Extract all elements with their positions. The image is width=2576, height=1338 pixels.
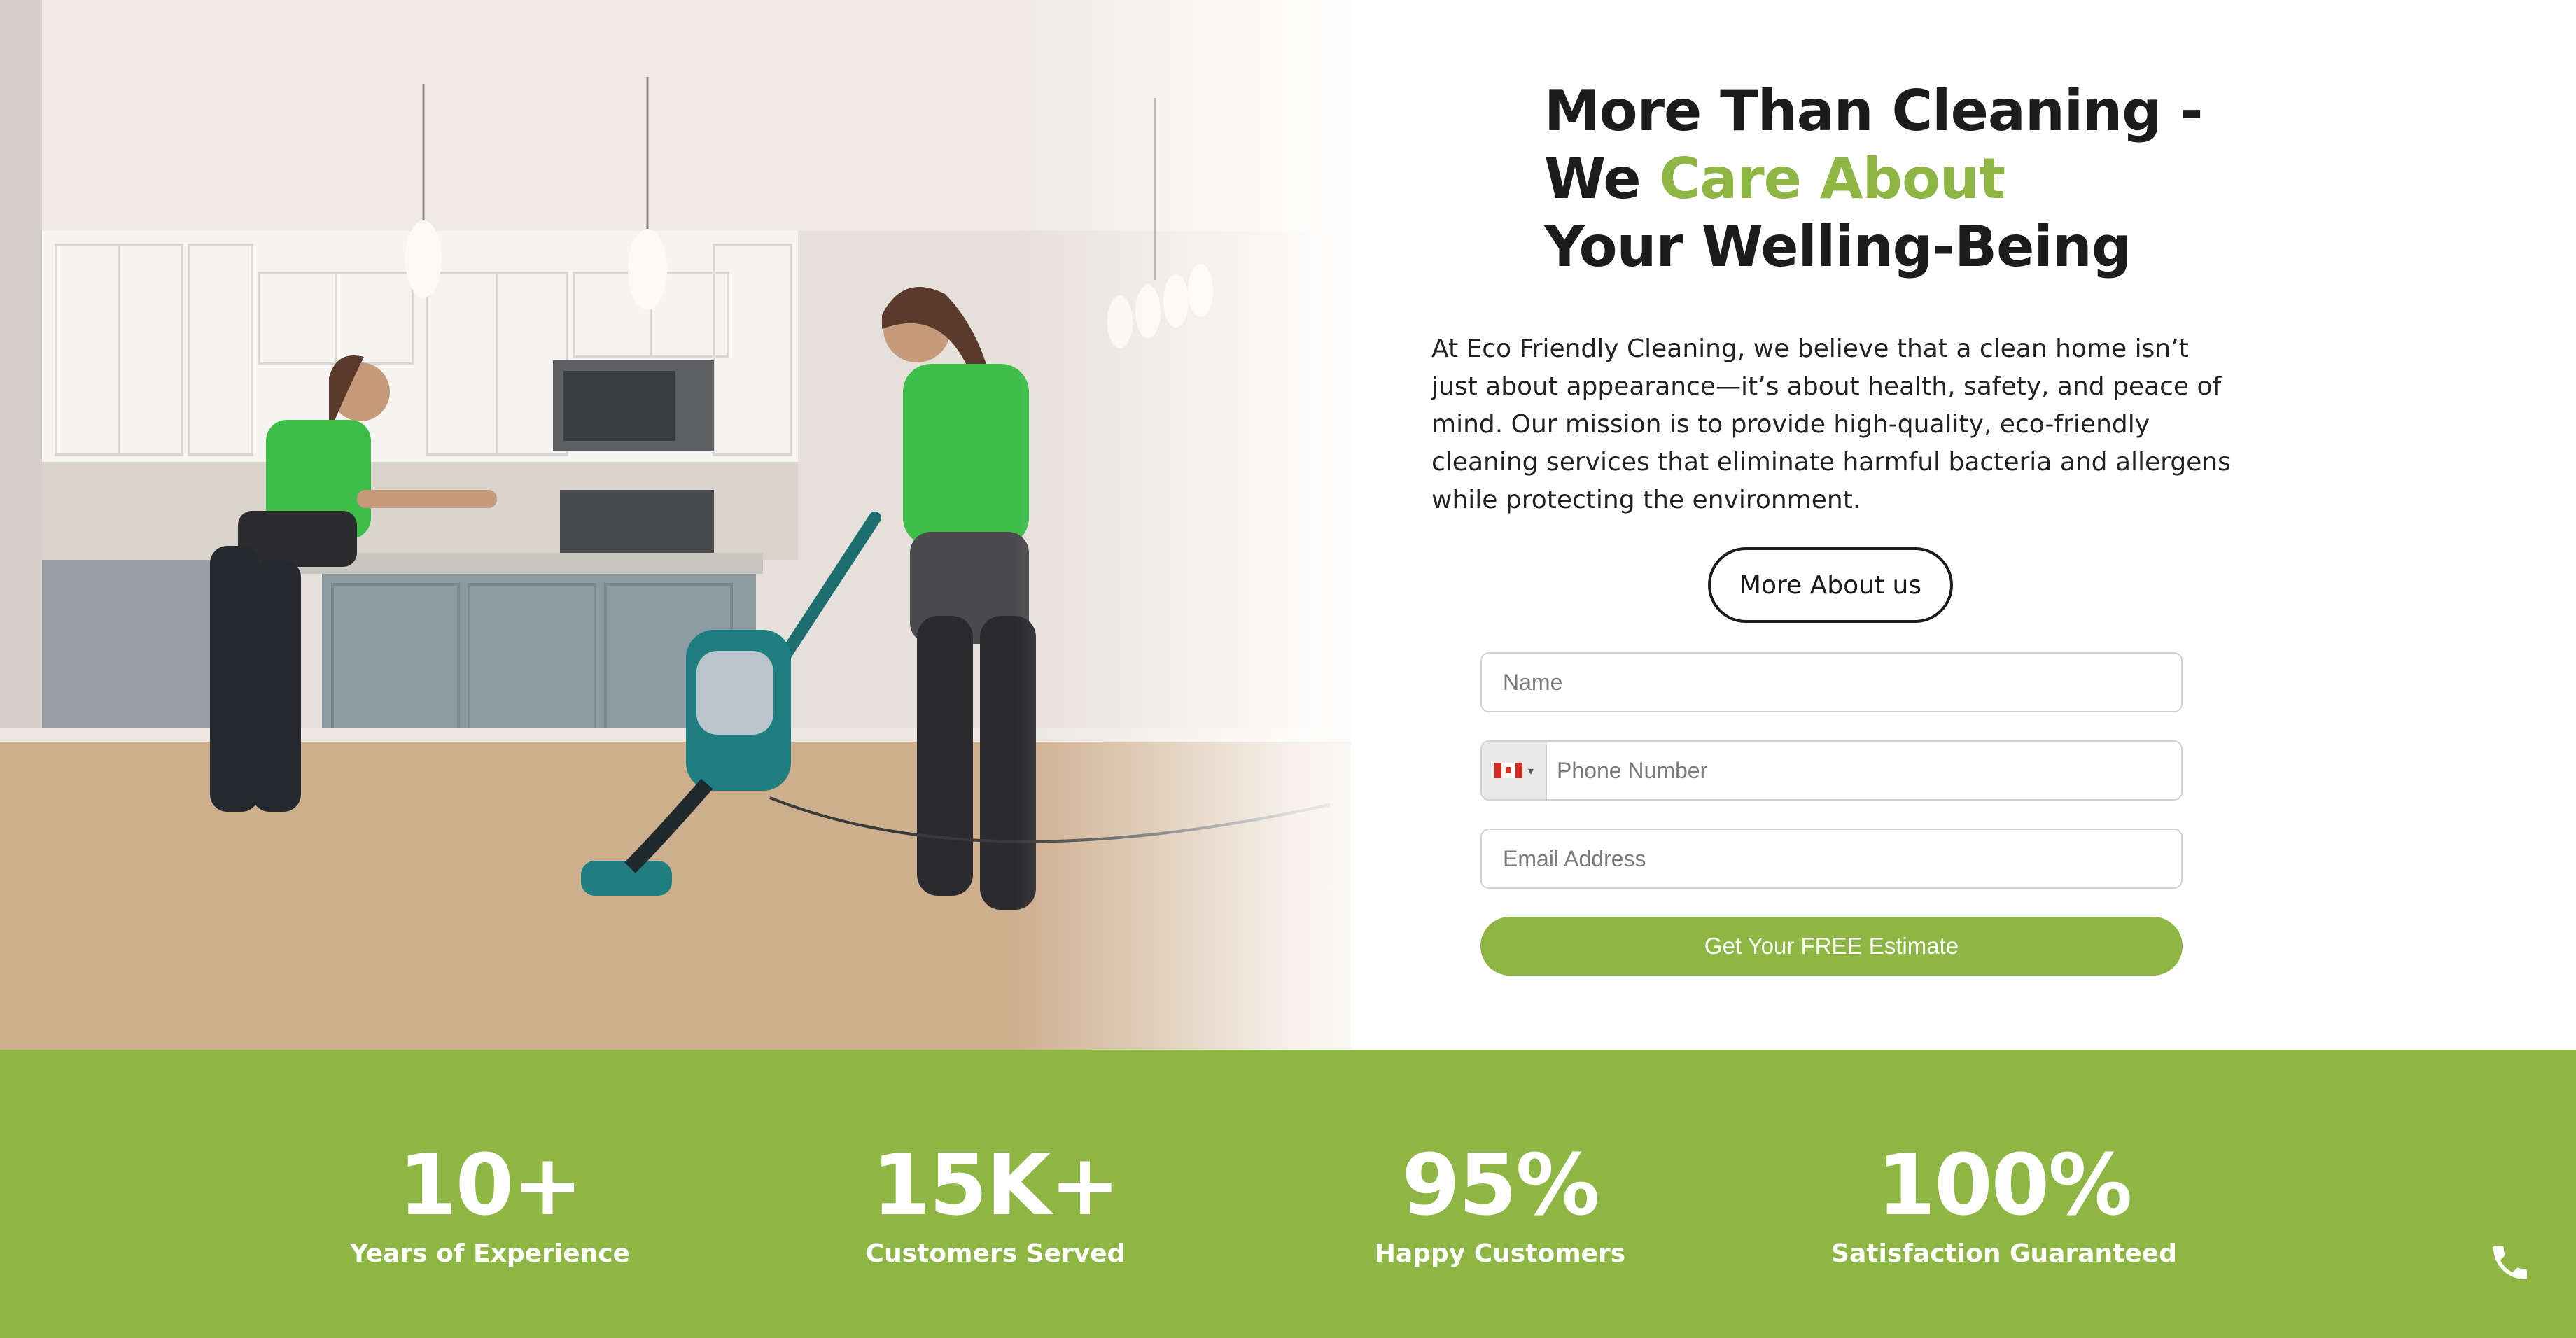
hero-image xyxy=(0,0,1351,1050)
stat-value: 15K+ xyxy=(872,1137,1121,1234)
page-title: More Than Cleaning - We Care About Your … xyxy=(1544,77,2314,281)
stat-label: Happy Customers xyxy=(1374,1239,1626,1268)
stat-label: Customers Served xyxy=(865,1239,1126,1268)
hero-fade-overlay xyxy=(1015,0,1351,1050)
country-code-select[interactable]: ▾ xyxy=(1482,742,1547,799)
stat-item: 100% Satisfaction Guaranteed xyxy=(1808,1141,2200,1269)
headline-accent: Care About xyxy=(1659,146,2006,211)
caret-down-icon: ▾ xyxy=(1527,763,1534,777)
phone-input[interactable] xyxy=(1547,742,2181,799)
stat-item: 95% Happy Customers xyxy=(1304,1141,1696,1269)
stat-label: Satisfaction Guaranteed xyxy=(1831,1239,2177,1268)
stat-item: 15K+ Customers Served xyxy=(799,1141,1191,1269)
stat-value: 95% xyxy=(1401,1137,1600,1234)
call-button[interactable] xyxy=(2486,1239,2534,1286)
headline-line-3: Your Welling-Being xyxy=(1544,214,2132,279)
headline-line-2-prefix: We xyxy=(1544,146,1660,211)
phone-field: ▾ xyxy=(1480,740,2183,801)
intro-paragraph: At Eco Friendly Cleaning, we believe tha… xyxy=(1432,334,2231,514)
email-input[interactable] xyxy=(1480,829,2183,889)
stat-label: Years of Experience xyxy=(349,1239,630,1268)
headline-line-1: More Than Cleaning - xyxy=(1544,78,2203,143)
stat-item: 10+ Years of Experience xyxy=(294,1141,686,1269)
phone-icon xyxy=(2493,1246,2527,1279)
stat-value: 10+ xyxy=(398,1137,583,1234)
stats-band: 10+ Years of Experience 15K+ Customers S… xyxy=(0,1050,2576,1338)
page: More Than Cleaning - We Care About Your … xyxy=(0,0,2576,1338)
stat-value: 100% xyxy=(1877,1137,2133,1234)
name-input[interactable] xyxy=(1480,652,2183,712)
get-free-estimate-button[interactable]: Get Your FREE Estimate xyxy=(1480,917,2183,976)
canada-flag-icon xyxy=(1494,763,1522,778)
more-about-us-button[interactable]: More About us xyxy=(1708,547,1953,623)
